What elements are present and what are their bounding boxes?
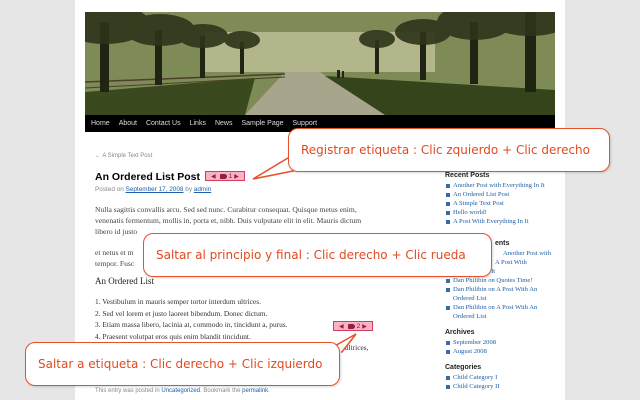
ordered-list-heading: An Ordered List <box>95 276 154 286</box>
tag-right-arrow-icon: ▶ <box>234 173 239 180</box>
recent-post-link[interactable]: A Simple Text Post <box>445 199 565 208</box>
tag-marker-1[interactable]: ◀ 1 ▶ <box>205 171 245 181</box>
nav-sample-page[interactable]: Sample Page <box>241 120 283 127</box>
recent-post-link[interactable]: An Ordered List Post <box>445 190 565 199</box>
post-date-link[interactable]: September 17, 2008 <box>126 186 184 193</box>
post-footer: This entry was posted in Uncategorized. … <box>95 388 270 394</box>
recent-post-link[interactable]: Another Post with Everything In It <box>445 181 565 190</box>
paragraph-line: Nulla sagittis convallis arcu. Sed sed n… <box>95 205 357 214</box>
categories-heading: Categories <box>445 364 482 371</box>
paragraph-line: venenatis fermentum, mollis in, porta et… <box>95 215 362 225</box>
comment-author[interactable]: Dan Philibin <box>453 277 487 284</box>
archives-list: September 2008 August 2008 <box>445 338 565 356</box>
meta-by: by <box>185 186 193 193</box>
callout-jump-to-tag: Saltar a etiqueta : Clic derecho + Clic … <box>25 342 340 386</box>
post-title[interactable]: An Ordered List Post <box>95 171 200 183</box>
tag-icon <box>219 173 227 179</box>
header-image <box>85 12 555 115</box>
comment-author[interactable]: Dan Philibin <box>453 304 487 311</box>
comment-item: Dan Philibin on A Post With An Ordered L… <box>445 285 555 303</box>
sidebar: Recent Posts Another Post with Everythin… <box>445 172 565 391</box>
previous-post-link[interactable]: ← A Simple Text Post <box>95 153 152 159</box>
footer-text: . <box>268 388 270 394</box>
category-link[interactable]: Child Category I <box>445 373 565 382</box>
comment-link[interactable]: on Quotes Time! <box>488 277 532 284</box>
post-author-link[interactable]: admin <box>194 186 211 193</box>
category-link[interactable]: Uncategorized <box>161 388 200 394</box>
list-item: 1. Vestibulum in mauris semper tortor in… <box>95 297 261 306</box>
tag-left-arrow-icon: ◀ <box>339 323 344 330</box>
callout-jump-start-end: Saltar al principio y final : Clic derec… <box>143 233 492 277</box>
tag-right-arrow-icon: ▶ <box>362 323 367 330</box>
list-item: 2. Sed vel lorem et justo laoreet bibend… <box>95 308 268 318</box>
nav-news[interactable]: News <box>215 120 233 127</box>
nav-about[interactable]: About <box>119 120 137 127</box>
category-link[interactable]: Child Category II <box>445 382 565 391</box>
nav-home[interactable]: Home <box>91 120 110 127</box>
comment-item: Dan Philibin on A Post With An Ordered L… <box>445 303 555 321</box>
recent-posts-list: Another Post with Everything In It An Or… <box>445 181 565 226</box>
callout-text: Saltar al principio y final : Clic derec… <box>156 248 466 262</box>
callout-text: Registrar etiqueta : Clic zquierdo + Cli… <box>301 143 591 157</box>
tag-number: 2 <box>356 322 361 330</box>
nav-contact-us[interactable]: Contact Us <box>146 120 181 127</box>
callout-text: Saltar a etiqueta : Clic derecho + Clic … <box>38 357 323 371</box>
post-meta: Posted on September 17, 2008 by admin <box>95 186 211 193</box>
permalink-link[interactable]: permalink <box>242 388 268 394</box>
recent-posts-heading: Recent Posts <box>445 172 490 179</box>
nav-links[interactable]: Links <box>190 120 206 127</box>
tag-icon <box>347 323 355 329</box>
recent-post-link[interactable]: Hello world! <box>445 208 565 217</box>
archive-link[interactable]: September 2008 <box>445 338 565 347</box>
recent-post-link[interactable]: A Post With Everything In It <box>445 217 565 226</box>
callout-register-tag: Registrar etiqueta : Clic zquierdo + Cli… <box>288 128 610 172</box>
footer-text: This entry was posted in <box>95 388 160 394</box>
comment-author[interactable]: Dan Philibin <box>453 286 487 293</box>
tag-number: 1 <box>228 172 233 180</box>
footer-text: . Bookmark the <box>200 388 241 394</box>
nav-support[interactable]: Support <box>293 120 318 127</box>
categories-list: Child Category I Child Category II <box>445 373 565 391</box>
comment-item: Dan Philibin on Quotes Time! <box>445 276 565 285</box>
meta-prefix: Posted on <box>95 186 124 193</box>
archive-link[interactable]: August 2008 <box>445 347 565 356</box>
tag-marker-2[interactable]: ◀ 2 ▶ <box>333 321 373 331</box>
archives-heading: Archives <box>445 329 475 336</box>
tag-left-arrow-icon: ◀ <box>211 173 216 180</box>
